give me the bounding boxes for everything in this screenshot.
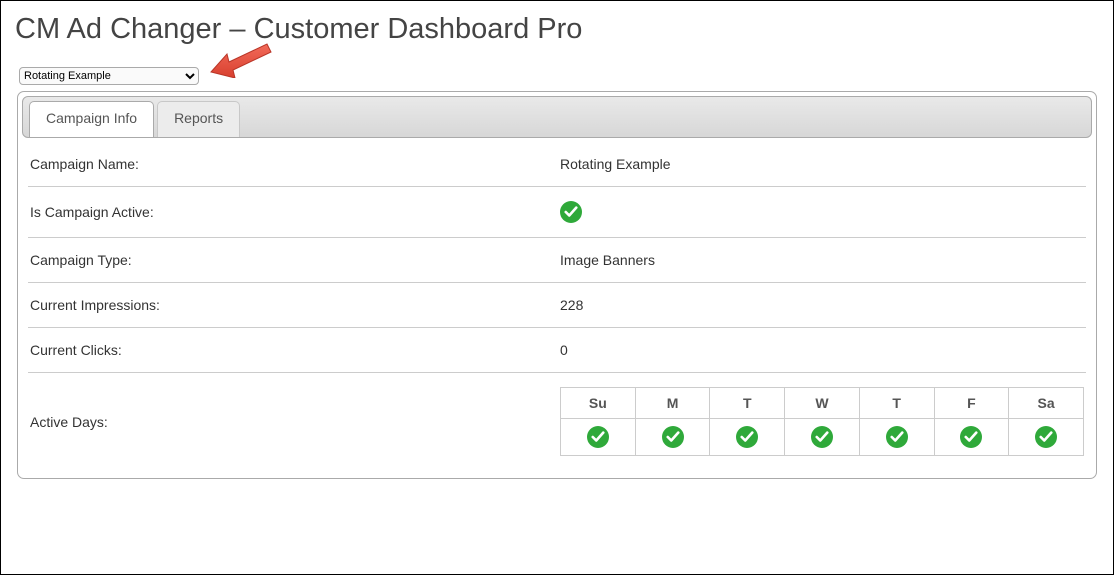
tab-reports[interactable]: Reports xyxy=(157,101,240,137)
value-campaign-type: Image Banners xyxy=(560,252,1084,268)
label-is-active: Is Campaign Active: xyxy=(30,204,560,220)
day-header: T xyxy=(710,388,785,419)
check-icon xyxy=(736,426,758,448)
day-header: F xyxy=(934,388,1009,419)
day-header: T xyxy=(859,388,934,419)
tab-campaign-info[interactable]: Campaign Info xyxy=(29,101,154,137)
active-days-table-wrap: Su M T W T F Sa xyxy=(560,387,1084,456)
label-campaign-type: Campaign Type: xyxy=(30,252,560,268)
campaign-info-content: Campaign Name: Rotating Example Is Campa… xyxy=(18,142,1096,478)
label-impressions: Current Impressions: xyxy=(30,297,560,313)
day-header: Su xyxy=(561,388,636,419)
value-clicks: 0 xyxy=(560,342,1084,358)
label-clicks: Current Clicks: xyxy=(30,342,560,358)
label-active-days: Active Days: xyxy=(30,414,560,430)
day-cell xyxy=(1009,419,1084,456)
row-active-days: Active Days: Su M T W T F Sa xyxy=(28,373,1086,470)
row-impressions: Current Impressions: 228 xyxy=(28,283,1086,328)
day-cell xyxy=(859,419,934,456)
day-cell xyxy=(710,419,785,456)
row-campaign-type: Campaign Type: Image Banners xyxy=(28,238,1086,283)
day-header: M xyxy=(635,388,710,419)
day-cell xyxy=(635,419,710,456)
page-title: CM Ad Changer – Customer Dashboard Pro xyxy=(15,13,1099,46)
day-cell xyxy=(561,419,636,456)
check-icon xyxy=(960,426,982,448)
active-days-table: Su M T W T F Sa xyxy=(560,387,1084,456)
check-icon xyxy=(560,201,582,223)
dashboard-viewport: CM Ad Changer – Customer Dashboard Pro R… xyxy=(0,0,1114,575)
active-days-header-row: Su M T W T F Sa xyxy=(561,388,1084,419)
label-campaign-name: Campaign Name: xyxy=(30,156,560,172)
active-days-value-row xyxy=(561,419,1084,456)
value-is-active xyxy=(560,201,1084,223)
row-campaign-name: Campaign Name: Rotating Example xyxy=(28,142,1086,187)
campaign-selector[interactable]: Rotating Example xyxy=(19,67,199,85)
check-icon xyxy=(1035,426,1057,448)
value-campaign-name: Rotating Example xyxy=(560,156,1084,172)
campaign-selector-row: Rotating Example xyxy=(15,64,1099,89)
day-cell xyxy=(934,419,1009,456)
check-icon xyxy=(587,426,609,448)
check-icon xyxy=(811,426,833,448)
row-clicks: Current Clicks: 0 xyxy=(28,328,1086,373)
tab-strip: Campaign Info Reports xyxy=(22,96,1092,138)
row-is-active: Is Campaign Active: xyxy=(28,187,1086,238)
day-header: W xyxy=(785,388,860,419)
day-cell xyxy=(785,419,860,456)
main-panel: Campaign Info Reports Campaign Name: Rot… xyxy=(17,91,1097,479)
check-icon xyxy=(662,426,684,448)
value-impressions: 228 xyxy=(560,297,1084,313)
check-icon xyxy=(886,426,908,448)
day-header: Sa xyxy=(1009,388,1084,419)
